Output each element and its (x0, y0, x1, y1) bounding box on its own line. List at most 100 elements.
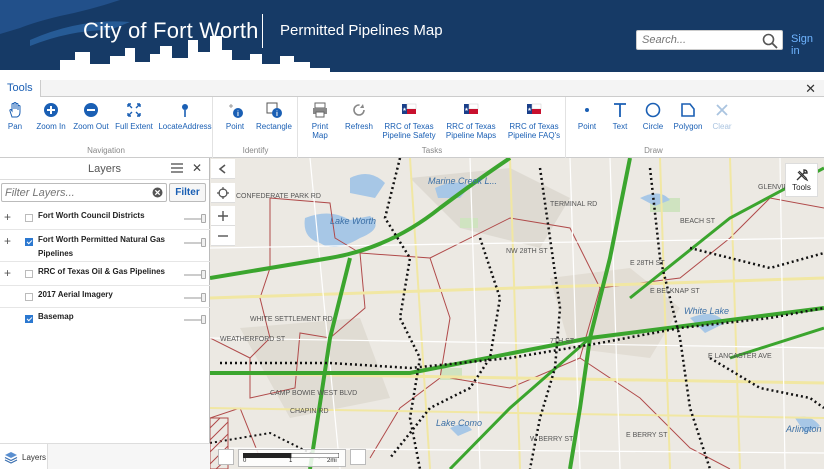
map-label-lake-worth: Lake Worth (330, 216, 377, 226)
map-zoom-out-button[interactable] (211, 226, 235, 246)
filter-layers-input[interactable] (2, 184, 142, 201)
map-label-camp-bowie: CAMP BOWIE WEST BLVD (270, 390, 358, 397)
rrc-pipeline-maps-button[interactable]: ★ RRC of Texas Pipeline Maps (443, 101, 499, 140)
overview-map-icon[interactable] (218, 449, 234, 465)
group-tasks: Print Map Refresh ★ RRC of Texas Pipelin… (299, 97, 566, 158)
zoom-out-label: Zoom Out (73, 122, 109, 131)
layer-row-basemap[interactable]: Basemap (0, 308, 210, 330)
svg-text:i: i (237, 111, 239, 118)
layer-checkbox[interactable] (25, 214, 33, 222)
draw-polygon-button[interactable]: Polygon (671, 101, 705, 131)
map-label-marine-creek: Marine Creek L... (428, 176, 498, 186)
layer-name: Basemap (38, 312, 74, 321)
pan-button[interactable]: Pan (2, 101, 28, 131)
group-draw-label: Draw (644, 146, 663, 155)
slider-handle[interactable] (201, 238, 206, 247)
hamburger-menu-icon[interactable] (171, 163, 183, 173)
identify-point-icon: i (229, 104, 243, 118)
sign-in-link[interactable]: Sign in (791, 33, 824, 57)
layer-row-permitted-pipelines[interactable]: + Fort Worth Permitted Natural Gas Pipel… (0, 230, 210, 262)
print-map-button[interactable]: Print Map (303, 101, 337, 140)
layers-footer-tab[interactable]: Layers (0, 444, 48, 469)
layer-name: 2017 Aerial Imagery (38, 290, 113, 299)
group-identify-label: Identify (242, 146, 269, 155)
map-label-nw-28th: NW 28TH ST (506, 248, 548, 255)
basemap-graphics (210, 158, 824, 469)
filter-box (1, 183, 167, 202)
map-canvas[interactable]: Marine Creek L... Lake Worth White Lake … (210, 158, 824, 469)
layers-header: Layers ✕ (0, 158, 209, 180)
tab-tools[interactable]: Tools (0, 80, 41, 97)
layer-row-rrc-pipelines[interactable]: + RRC of Texas Oil & Gas Pipelines (0, 262, 210, 286)
full-extent-button[interactable]: Full Extent (114, 101, 154, 131)
collapse-panel-button[interactable] (211, 159, 235, 179)
draw-clear-label: Clear (712, 122, 732, 131)
map-label-e-lancaster: E LANCASTER AVE (708, 353, 772, 360)
rrc-pipeline-faq-button[interactable]: ★ RRC of Texas Pipeline FAQ's (505, 101, 563, 140)
layer-name: RRC of Texas Oil & Gas Pipelines (38, 267, 165, 276)
crosshair-icon (217, 187, 229, 199)
expand-icon[interactable]: + (4, 210, 11, 224)
locate-address-button[interactable]: LocateAddress (158, 101, 212, 131)
layer-checkbox[interactable] (25, 293, 33, 301)
texas-flag-icon: ★ (402, 103, 417, 114)
identify-rectangle-icon: i (266, 102, 282, 118)
close-panel-icon[interactable]: ✕ (192, 161, 202, 175)
layer-row-council-districts[interactable]: + Fort Worth Council Districts (0, 206, 210, 230)
layer-name: Fort Worth Permitted Natural Gas Pipelin… (38, 235, 165, 258)
map-label-weatherford: WEATHERFORD ST (220, 336, 286, 343)
dot-icon (585, 108, 589, 112)
texas-flag-icon: ★ (527, 103, 542, 114)
search-icon[interactable] (762, 33, 778, 49)
opacity-slider[interactable] (184, 315, 206, 324)
identify-rectangle-label: Rectangle (255, 122, 293, 131)
draw-clear-button[interactable]: Clear (709, 101, 735, 131)
slider-handle[interactable] (201, 270, 206, 279)
opacity-slider[interactable] (184, 293, 206, 302)
group-draw: Point Text Circle Polygon Clear Draw (567, 97, 740, 158)
full-extent-icon (127, 103, 141, 117)
search-input[interactable] (637, 31, 757, 49)
map-tools-button[interactable]: Tools (785, 163, 818, 197)
filter-button[interactable]: Filter (169, 183, 206, 202)
slider-handle[interactable] (201, 214, 206, 223)
clear-filter-icon[interactable] (152, 187, 163, 198)
polygon-icon (681, 103, 695, 117)
refresh-button[interactable]: Refresh (342, 101, 376, 131)
zoom-out-button[interactable]: Zoom Out (72, 101, 110, 131)
map-zoom-in-button[interactable] (211, 206, 235, 226)
layer-checkbox[interactable] (25, 315, 33, 323)
circle-icon (645, 102, 661, 118)
rrc-pipeline-safety-button[interactable]: ★ RRC of Texas Pipeline Safety (381, 101, 437, 140)
layer-row-aerial-imagery[interactable]: 2017 Aerial Imagery (0, 286, 210, 308)
draw-point-button[interactable]: Point (573, 101, 601, 131)
draw-text-button[interactable]: Text (607, 101, 633, 131)
map-label-e-belknap: E BELKNAP ST (650, 288, 700, 295)
layer-checkbox[interactable] (25, 238, 33, 246)
identify-point-button[interactable]: i Point (220, 101, 250, 131)
opacity-slider[interactable] (184, 238, 206, 247)
basemap-gallery-icon[interactable] (350, 449, 366, 465)
group-navigation-label: Navigation (87, 146, 125, 155)
slider-handle[interactable] (201, 293, 206, 302)
search-box (636, 30, 783, 50)
scale-tick-1: 1 (289, 458, 293, 464)
scale-tick-0: 0 (243, 458, 247, 464)
opacity-slider[interactable] (184, 214, 206, 223)
zoom-in-button[interactable]: Zoom In (34, 101, 68, 131)
slider-handle[interactable] (201, 315, 206, 324)
expand-icon[interactable]: + (4, 234, 11, 248)
header-divider (262, 14, 263, 48)
map-tools-label: Tools (792, 183, 811, 192)
locate-me-button[interactable] (211, 183, 235, 203)
group-tasks-label: Tasks (421, 146, 443, 155)
expand-icon[interactable]: + (4, 266, 11, 280)
draw-circle-button[interactable]: Circle (639, 101, 667, 131)
identify-rectangle-button[interactable]: i Rectangle (254, 101, 294, 131)
map-label-chapin: CHAPIN RD (290, 408, 329, 415)
location-pin-icon (182, 104, 188, 117)
opacity-slider[interactable] (184, 270, 206, 279)
layer-checkbox[interactable] (25, 270, 33, 278)
tools-ribbon: Pan Zoom In Zoom Out Full Extent LocateA… (0, 97, 824, 158)
close-icon[interactable]: ✕ (805, 81, 816, 97)
